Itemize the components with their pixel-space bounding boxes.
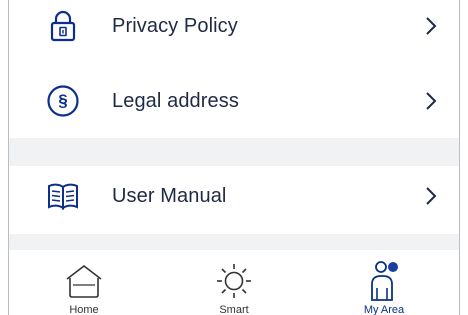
nav-label: My Area: [363, 304, 405, 315]
nav-label: Smart: [219, 304, 249, 315]
section-separator: [9, 234, 459, 250]
menu-item-privacy-policy[interactable]: Privacy Policy: [9, 0, 459, 56]
menu-item-label: Legal address: [112, 89, 239, 112]
sun-icon: [214, 258, 254, 302]
section-sign-glyph: §: [58, 91, 68, 110]
nav-item-smart[interactable]: Smart: [159, 250, 309, 315]
nav-item-home[interactable]: Home: [9, 250, 159, 315]
nav-label: Home: [69, 304, 99, 315]
menu-item-legal-address[interactable]: § Legal address: [9, 71, 459, 131]
bottom-navigation: Home Smart My Area: [9, 250, 459, 315]
section-separator: [9, 138, 459, 166]
menu-item-user-manual[interactable]: User Manual: [9, 166, 459, 226]
menu-item-label: User Manual: [112, 184, 227, 207]
menu-item-label: Privacy Policy: [112, 14, 238, 37]
user-area-icon: [364, 258, 404, 302]
chevron-right-icon: [423, 90, 439, 112]
chevron-right-icon: [423, 15, 439, 37]
home-icon: [64, 258, 104, 302]
book-icon: [45, 178, 81, 214]
section-sign-icon: §: [45, 83, 81, 119]
chevron-right-icon: [423, 185, 439, 207]
screen-frame: Privacy Policy § Legal address User Manu…: [8, 0, 460, 315]
nav-item-my-area[interactable]: My Area: [309, 250, 459, 315]
lock-icon: [45, 8, 81, 44]
